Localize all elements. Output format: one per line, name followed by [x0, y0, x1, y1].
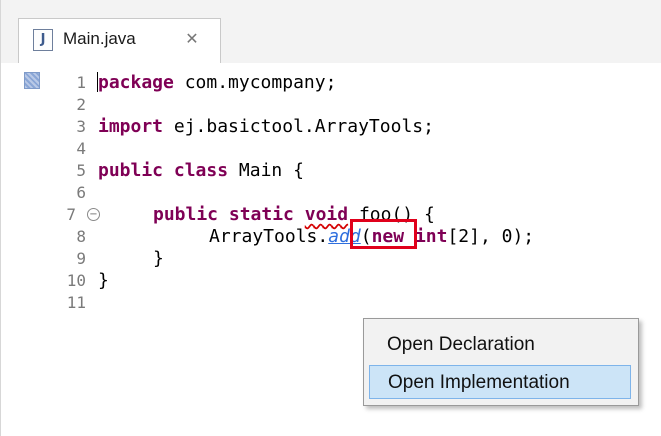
- code-line-1: package com.mycompany;: [98, 72, 336, 94]
- keyword: package: [98, 72, 174, 93]
- code-line-5: public class Main {: [98, 160, 304, 182]
- code-text: }: [153, 248, 164, 269]
- keyword: int: [414, 226, 448, 247]
- line-number: 2: [76, 95, 86, 114]
- code-text: ej.basictool.ArrayTools;: [163, 116, 434, 137]
- line-number: 8: [76, 227, 86, 246]
- close-icon[interactable]: ✕: [181, 28, 203, 50]
- code-text: [2], 0);: [447, 226, 535, 247]
- hyperlink-context-menu: Open Declaration Open Implementation: [363, 318, 639, 406]
- java-file-icon: J: [33, 29, 53, 51]
- annotation-highlight-box: [350, 219, 417, 249]
- editor-tab-bar: J Main.java ✕: [1, 0, 661, 64]
- keyword: public: [153, 204, 219, 225]
- line-number: 10: [66, 271, 86, 290]
- code-text: }: [98, 270, 109, 291]
- line-number: 4: [76, 139, 86, 158]
- keyword: import: [98, 116, 164, 137]
- keyword: class: [173, 160, 229, 181]
- menu-item-open-implementation[interactable]: Open Implementation: [369, 365, 631, 399]
- code-text: Main {: [228, 160, 304, 181]
- line-number: 3: [76, 117, 86, 136]
- line-number: 11: [66, 293, 86, 312]
- line-number: 5: [76, 161, 86, 180]
- keyword: public: [98, 160, 164, 181]
- tab-label: Main.java: [63, 29, 136, 48]
- current-line-marker-icon: [24, 72, 40, 89]
- keyword: static: [228, 204, 294, 225]
- line-number: 1: [76, 73, 86, 92]
- code-text: com.mycompany;: [173, 72, 337, 93]
- code-text: ArrayTools.: [209, 226, 329, 247]
- line-number: 6: [76, 183, 86, 202]
- line-number: 7: [66, 205, 76, 224]
- code-line-3: import ej.basictool.ArrayTools;: [98, 116, 434, 138]
- tab-main-java[interactable]: J Main.java ✕: [18, 18, 221, 63]
- fold-collapse-icon[interactable]: −: [87, 208, 100, 221]
- editor-window: J Main.java ✕ 1 2 3 4 5 6 7 8 9 10 11 − …: [0, 0, 661, 436]
- keyword: void: [304, 204, 349, 225]
- line-number: 9: [76, 249, 86, 268]
- menu-item-open-declaration[interactable]: Open Declaration: [369, 328, 631, 362]
- code-line-10: }: [98, 270, 109, 292]
- code-line-9: }: [153, 248, 164, 270]
